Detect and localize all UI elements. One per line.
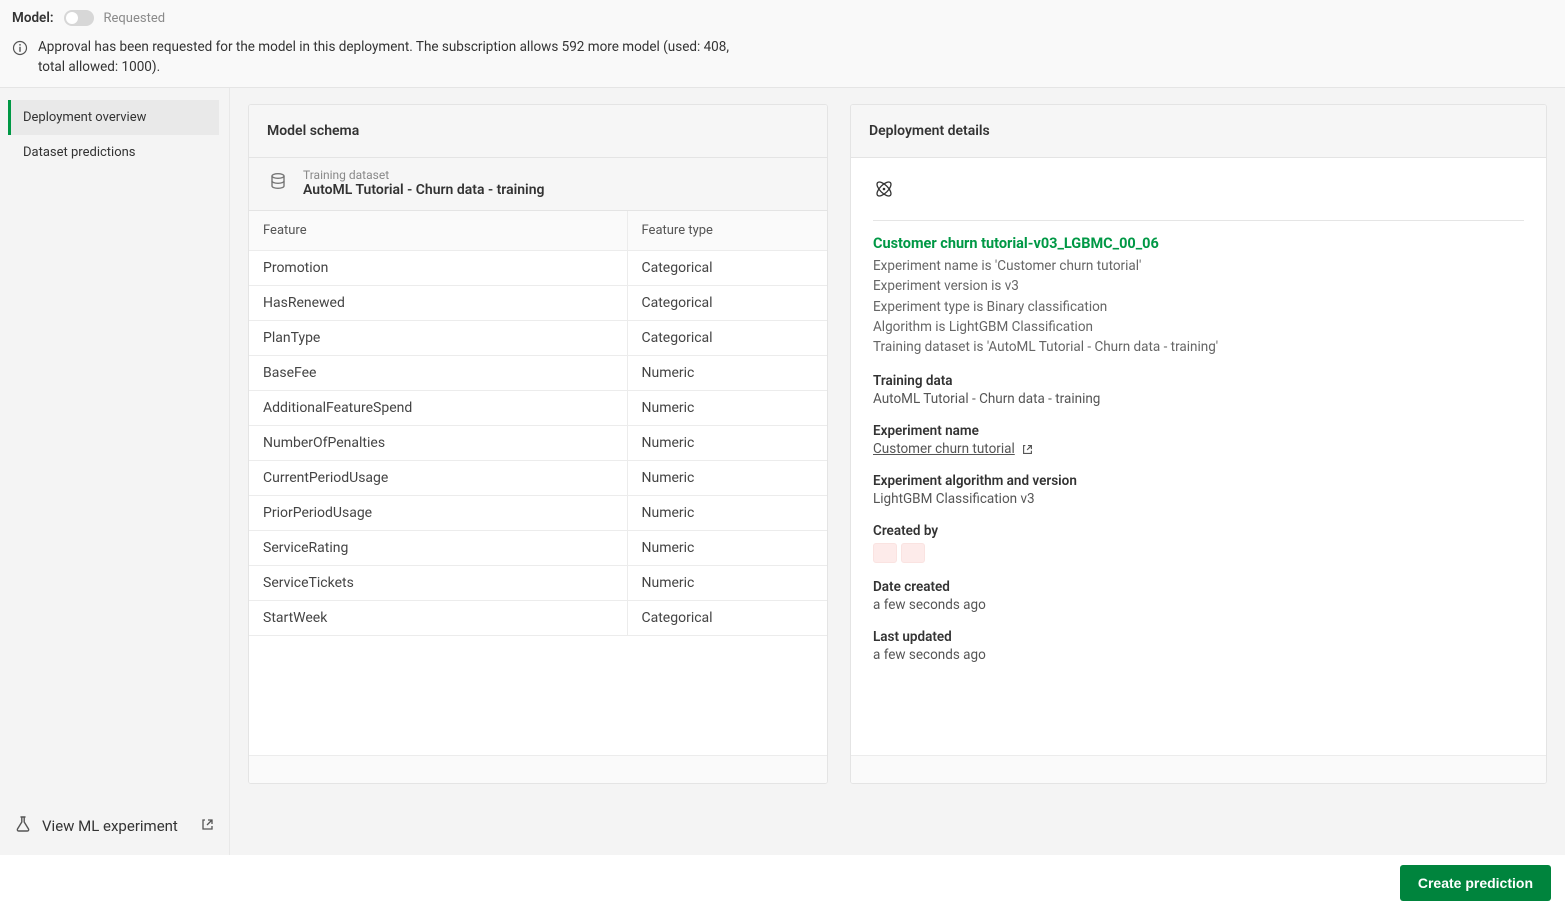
- detail-key: Last updated: [873, 629, 1524, 645]
- sidebar: Deployment overview Dataset predictions …: [0, 88, 230, 855]
- deployment-fact: Training dataset is 'AutoML Tutorial - C…: [873, 337, 1524, 357]
- detail-kv: Experiment algorithm and version LightGBM…: [873, 473, 1524, 507]
- feature-cell: PriorPeriodUsage: [249, 496, 627, 531]
- database-icon: [267, 170, 289, 196]
- deployment-fact: Algorithm is LightGBM Classification: [873, 317, 1524, 337]
- table-row[interactable]: StartWeekCategorical: [249, 601, 827, 636]
- detail-key: Experiment algorithm and version: [873, 473, 1524, 489]
- feature-cell: PlanType: [249, 321, 627, 356]
- sidebar-item-dataset-predictions[interactable]: Dataset predictions: [8, 135, 219, 170]
- feature-type-cell: Categorical: [627, 251, 827, 286]
- detail-key: Date created: [873, 579, 1524, 595]
- model-label: Model:: [12, 10, 54, 26]
- panel-footer: [249, 755, 827, 783]
- detail-value: a few seconds ago: [873, 597, 1524, 613]
- feature-cell: HasRenewed: [249, 286, 627, 321]
- model-approval-toggle[interactable]: [64, 10, 94, 26]
- feature-cell: NumberOfPenalties: [249, 426, 627, 461]
- model-schema-panel: Model schema Training dataset AutoML Tut…: [248, 104, 828, 784]
- feature-cell: ServiceRating: [249, 531, 627, 566]
- table-row[interactable]: PromotionCategorical: [249, 251, 827, 286]
- header-banner: Model: Requested Approval has been reque…: [0, 0, 1565, 88]
- table-row[interactable]: PlanTypeCategorical: [249, 321, 827, 356]
- deployment-details-title: Deployment details: [851, 105, 1546, 158]
- table-row[interactable]: ServiceTicketsNumeric: [249, 566, 827, 601]
- deployment-details-panel: Deployment details Customer churn tutori…: [850, 104, 1547, 784]
- approval-info-text: Approval has been requested for the mode…: [38, 38, 738, 77]
- atom-icon: [873, 178, 1524, 204]
- schema-col-feature[interactable]: Feature: [249, 211, 627, 251]
- detail-kv: Created by: [873, 523, 1524, 563]
- deployment-model-name[interactable]: Customer churn tutorial-v03_LGBMC_00_06: [873, 235, 1524, 252]
- created-by-avatars: [873, 543, 1524, 563]
- table-row[interactable]: ServiceRatingNumeric: [249, 531, 827, 566]
- training-dataset-header: Training dataset AutoML Tutorial - Churn…: [249, 158, 827, 211]
- detail-value: a few seconds ago: [873, 647, 1524, 663]
- avatar[interactable]: [901, 543, 925, 563]
- experiment-name-link[interactable]: Customer churn tutorial: [873, 441, 1034, 457]
- table-row[interactable]: CurrentPeriodUsageNumeric: [249, 461, 827, 496]
- feature-type-cell: Numeric: [627, 391, 827, 426]
- flask-icon: [14, 815, 32, 837]
- feature-type-cell: Numeric: [627, 531, 827, 566]
- create-prediction-button[interactable]: Create prediction: [1400, 865, 1551, 901]
- detail-value: LightGBM Classification v3: [873, 491, 1524, 507]
- feature-cell: AdditionalFeatureSpend: [249, 391, 627, 426]
- view-ml-experiment-link[interactable]: View ML experiment: [8, 805, 219, 841]
- model-status-text: Requested: [104, 11, 166, 26]
- info-icon: [12, 38, 28, 60]
- table-row[interactable]: PriorPeriodUsageNumeric: [249, 496, 827, 531]
- feature-type-cell: Categorical: [627, 321, 827, 356]
- view-ml-experiment-label: View ML experiment: [42, 817, 178, 835]
- table-row[interactable]: AdditionalFeatureSpendNumeric: [249, 391, 827, 426]
- detail-kv: Training data AutoML Tutorial - Churn dat…: [873, 373, 1524, 407]
- deployment-fact: Experiment type is Binary classification: [873, 297, 1524, 317]
- feature-cell: ServiceTickets: [249, 566, 627, 601]
- detail-value: AutoML Tutorial - Churn data - training: [873, 391, 1524, 407]
- external-link-icon: [1021, 443, 1034, 456]
- feature-cell: StartWeek: [249, 601, 627, 636]
- feature-type-cell: Numeric: [627, 426, 827, 461]
- detail-kv: Last updated a few seconds ago: [873, 629, 1524, 663]
- table-row[interactable]: BaseFeeNumeric: [249, 356, 827, 391]
- action-bar: Create prediction: [0, 855, 1565, 911]
- table-row[interactable]: NumberOfPenaltiesNumeric: [249, 426, 827, 461]
- feature-cell: CurrentPeriodUsage: [249, 461, 627, 496]
- detail-key: Created by: [873, 523, 1524, 539]
- feature-type-cell: Categorical: [627, 601, 827, 636]
- deployment-fact: Experiment name is 'Customer churn tutor…: [873, 256, 1524, 276]
- feature-type-cell: Numeric: [627, 356, 827, 391]
- detail-key: Experiment name: [873, 423, 1524, 439]
- table-row[interactable]: HasRenewedCategorical: [249, 286, 827, 321]
- detail-kv: Experiment name Customer churn tutorial: [873, 423, 1524, 457]
- divider: [873, 220, 1524, 221]
- feature-type-cell: Numeric: [627, 496, 827, 531]
- detail-kv: Date created a few seconds ago: [873, 579, 1524, 613]
- model-schema-title: Model schema: [249, 105, 827, 158]
- feature-cell: Promotion: [249, 251, 627, 286]
- sidebar-item-deployment-overview[interactable]: Deployment overview: [8, 100, 219, 135]
- feature-type-cell: Numeric: [627, 566, 827, 601]
- sidebar-item-label: Deployment overview: [23, 110, 146, 125]
- schema-table: Feature Feature type PromotionCategorica…: [249, 211, 827, 636]
- feature-cell: BaseFee: [249, 356, 627, 391]
- schema-col-feature-type[interactable]: Feature type: [627, 211, 827, 251]
- sidebar-item-label: Dataset predictions: [23, 145, 136, 160]
- feature-type-cell: Numeric: [627, 461, 827, 496]
- detail-key: Training data: [873, 373, 1524, 389]
- deployment-fact: Experiment version is v3: [873, 276, 1524, 296]
- panel-footer: [851, 755, 1546, 783]
- training-dataset-name: AutoML Tutorial - Churn data - training: [303, 182, 544, 198]
- training-dataset-label: Training dataset: [303, 168, 544, 182]
- feature-type-cell: Categorical: [627, 286, 827, 321]
- avatar[interactable]: [873, 543, 897, 563]
- external-link-icon: [200, 817, 215, 836]
